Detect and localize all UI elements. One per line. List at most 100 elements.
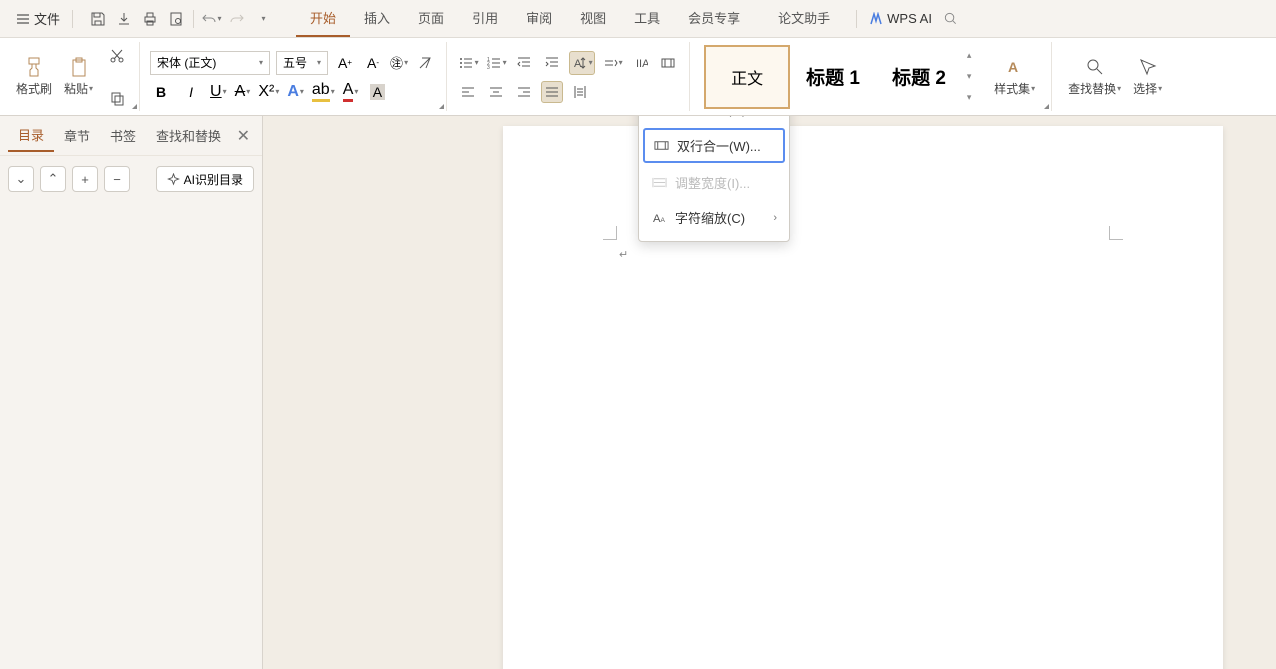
format-brush-label: 格式刷	[16, 80, 52, 97]
italic-button[interactable]: I	[180, 81, 202, 103]
paragraph-mark: ↵	[619, 248, 628, 261]
tab-view[interactable]: 视图	[566, 0, 620, 37]
fit-text-button[interactable]	[657, 52, 679, 74]
panel-tab-bookmarks[interactable]: 书签	[100, 120, 146, 151]
add-button[interactable]: +	[72, 166, 98, 192]
svg-text:IIA: IIA	[636, 58, 648, 70]
margin-guide	[603, 226, 617, 240]
tab-insert[interactable]: 插入	[350, 0, 404, 37]
panel-tab-findreplace[interactable]: 查找和替换	[146, 120, 231, 151]
panel-tab-toc[interactable]: 目录	[8, 119, 54, 152]
save-button[interactable]	[85, 6, 111, 32]
print-button[interactable]	[137, 6, 163, 32]
text-direction-button[interactable]: ▾	[601, 52, 623, 74]
text-effects-button[interactable]: A▾	[287, 83, 304, 101]
tab-page[interactable]: 页面	[404, 0, 458, 37]
undo-button[interactable]: ▾	[198, 6, 224, 32]
group-expand[interactable]	[132, 104, 137, 109]
tab-thesis[interactable]: 论文助手	[764, 0, 844, 37]
char-shading-button[interactable]: A	[366, 81, 388, 103]
align-center-button[interactable]	[485, 81, 507, 103]
chevron-down-icon: ▾	[262, 14, 266, 23]
merge-chars-item[interactable]: abcd 合并字符(M)...	[639, 116, 789, 126]
search-button[interactable]	[938, 6, 964, 32]
align-left-button[interactable]	[457, 81, 479, 103]
chevron-down-icon: ▾	[354, 87, 358, 96]
paste-button[interactable]: 粘贴▾	[58, 52, 99, 101]
tab-member[interactable]: 会员专享	[674, 0, 754, 37]
align-distribute-button[interactable]	[569, 81, 591, 103]
adjust-width-label: 调整宽度(I)...	[675, 173, 750, 192]
panel-tab-chapters[interactable]: 章节	[54, 120, 100, 151]
font-name-select[interactable]: 宋体 (正文)▾	[150, 51, 270, 75]
chevron-down-icon: ▾	[475, 58, 479, 67]
shrink-font-button[interactable]: A-	[362, 52, 384, 74]
style-heading1[interactable]: 标题 1	[790, 45, 876, 109]
tab-review[interactable]: 审阅	[512, 0, 566, 37]
tab-tools[interactable]: 工具	[620, 0, 674, 37]
chevron-down-icon: ▾	[1158, 84, 1162, 93]
format-brush-button[interactable]: 格式刷	[10, 52, 58, 101]
select-button[interactable]: 选择▾	[1127, 52, 1168, 101]
adjust-width-item: 调整宽度(I)...	[639, 165, 789, 200]
copy-button[interactable]	[105, 86, 129, 110]
cut-button[interactable]	[105, 44, 129, 68]
tab-reference[interactable]: 引用	[458, 0, 512, 37]
font-color-button[interactable]: A▾	[343, 81, 359, 102]
number-list-button[interactable]: 123▾	[485, 52, 507, 74]
font-size-select[interactable]: 五号▾	[276, 51, 328, 75]
tab-start[interactable]: 开始	[296, 0, 350, 37]
two-in-one-item[interactable]: 双行合一(W)...	[643, 128, 785, 163]
style-normal[interactable]: 正文	[704, 45, 790, 109]
merge-chars-label: 合并字符(M)...	[675, 116, 757, 118]
char-layout-button[interactable]: A▾	[569, 51, 595, 75]
decrease-indent-button[interactable]	[513, 52, 535, 74]
clear-format-button[interactable]	[414, 52, 436, 74]
chevron-down-icon: ▾	[589, 58, 593, 67]
grow-font-button[interactable]: A+	[334, 52, 356, 74]
bullet-list-button[interactable]: ▾	[457, 52, 479, 74]
font-group: 宋体 (正文)▾ 五号▾ A+ A- ㊟▾ B I U▾ A▾ X²▾ A▾ a…	[140, 42, 447, 111]
ai-toc-button[interactable]: AI识别目录	[156, 166, 254, 192]
page[interactable]: ↵	[503, 126, 1223, 669]
align-justify-button[interactable]	[541, 81, 563, 103]
style-heading2[interactable]: 标题 2	[876, 45, 962, 109]
chevron-down-icon: ▾	[317, 58, 321, 67]
panel-close-button[interactable]: ✕	[233, 122, 254, 150]
align-right-button[interactable]	[513, 81, 535, 103]
style-expand-button[interactable]: ▾	[962, 87, 976, 108]
styleset-button[interactable]: A 样式集▾	[988, 52, 1041, 101]
increase-indent-button[interactable]	[541, 52, 563, 74]
top-bar: 文件 ▾ ▾ 开始 插入 页面 引用 审阅 视图 工具 会员专享 论文助手 WP…	[0, 0, 1276, 38]
remove-button[interactable]: −	[104, 166, 130, 192]
chevron-down-icon: ▾	[1031, 84, 1035, 93]
strikethrough-button[interactable]: A▾	[235, 83, 251, 101]
find-replace-button[interactable]: 查找替换▾	[1062, 52, 1127, 101]
phonetic-button[interactable]: ㊟▾	[390, 53, 408, 72]
underline-button[interactable]: U▾	[210, 83, 227, 101]
wpsai-button[interactable]: WPS AI	[869, 11, 932, 26]
more-button[interactable]: ▾	[250, 6, 276, 32]
document-area[interactable]: ↵ abcd 合并字符(M)... 双行合一(W)... 调整宽度(I)... …	[263, 116, 1276, 669]
two-in-one-icon	[653, 138, 669, 154]
vertical-text-button[interactable]: IIA	[629, 52, 651, 74]
char-layout-dropdown: abcd 合并字符(M)... 双行合一(W)... 调整宽度(I)... AA…	[638, 116, 790, 242]
group-expand[interactable]	[439, 104, 444, 109]
style-down-button[interactable]: ▾	[962, 66, 976, 87]
print-preview-button[interactable]	[163, 6, 189, 32]
highlight-button[interactable]: ab▾	[312, 81, 335, 102]
chevron-down-icon: ▾	[619, 58, 623, 67]
file-menu-button[interactable]: 文件	[8, 5, 68, 32]
group-expand[interactable]	[1044, 104, 1049, 109]
clipboard-group: 格式刷 粘贴▾	[0, 42, 140, 111]
divider	[72, 10, 73, 28]
collapse-up-button[interactable]: ⌃	[40, 166, 66, 192]
output-button[interactable]	[111, 6, 137, 32]
style-up-button[interactable]: ▴	[962, 45, 976, 66]
redo-button[interactable]	[224, 6, 250, 32]
chevron-down-icon: ▾	[503, 58, 507, 67]
expand-down-button[interactable]: ⌄	[8, 166, 34, 192]
char-scale-item[interactable]: AA 字符缩放(C) ›	[639, 200, 789, 235]
bold-button[interactable]: B	[150, 81, 172, 103]
superscript-button[interactable]: X²▾	[258, 83, 279, 101]
